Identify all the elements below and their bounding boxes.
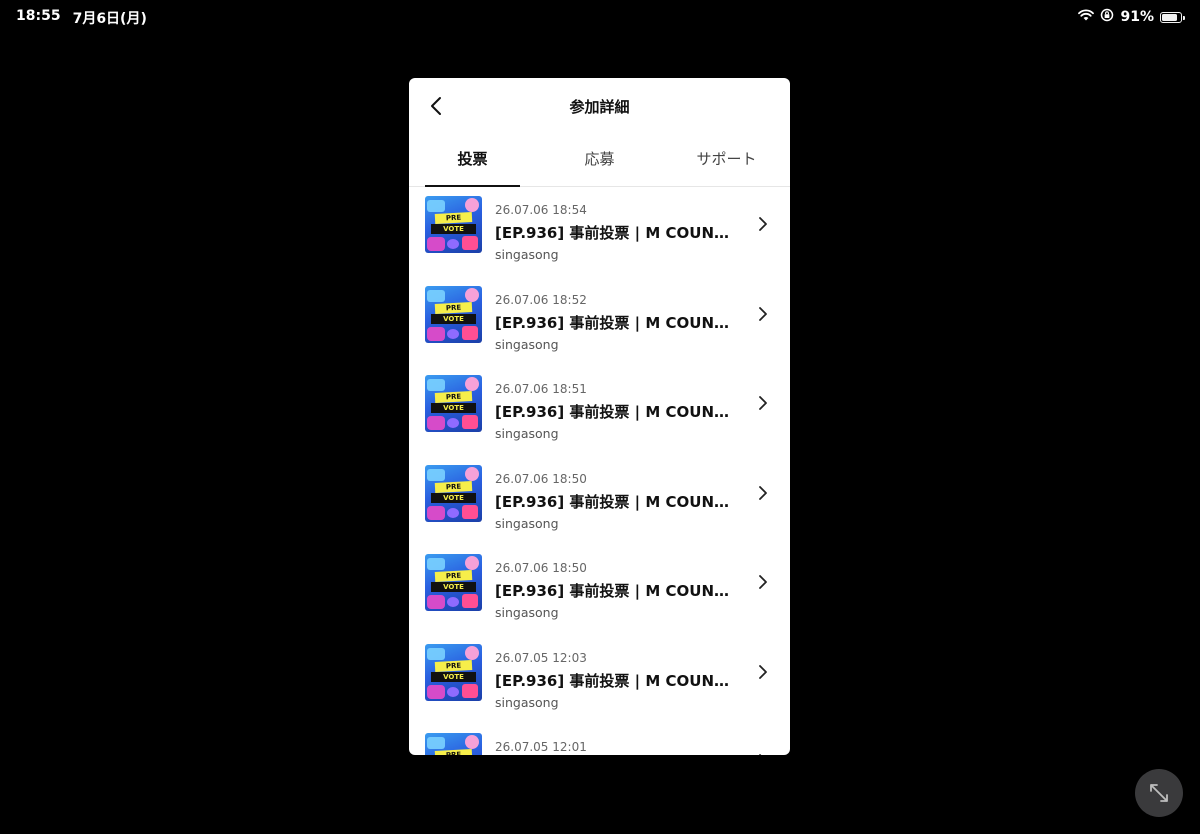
battery-level xyxy=(1162,13,1178,21)
item-subtitle: singasong xyxy=(495,426,559,441)
item-title: [EP.936] 事前投票 | M COUNTDOWN xyxy=(495,313,735,332)
item-subtitle: singasong xyxy=(495,694,559,710)
thumb-pre-text: PRE xyxy=(434,480,473,493)
page-title: 参加詳細 xyxy=(569,98,630,116)
chevron-right-icon xyxy=(759,217,767,231)
panel-header: 参加詳細 xyxy=(409,78,790,134)
thumb-pre-text: PRE xyxy=(434,212,473,224)
list-item[interactable]: PRE VOTE 26.07.05 12:01 [EP.936] 事前投票 | … xyxy=(409,724,790,755)
list-item[interactable]: PRE VOTE 26.07.06 18:50 [EP.936] 事前投票 | … xyxy=(409,456,790,546)
item-subtitle: singasong xyxy=(495,605,559,620)
item-subtitle: singasong xyxy=(495,336,559,352)
expand-button[interactable] xyxy=(1135,769,1183,817)
chevron-right-icon xyxy=(759,575,767,589)
thumb-pre-text: PRE xyxy=(434,570,473,582)
item-title: [EP.936] 事前投票 | M COUNTDOWN xyxy=(495,492,735,511)
list-item[interactable]: PRE VOTE 26.07.05 12:03 [EP.936] 事前投票 | … xyxy=(409,635,790,725)
item-subtitle: singasong xyxy=(495,515,559,531)
rotation-lock-icon xyxy=(1100,8,1114,26)
item-date: 26.07.06 18:54 xyxy=(495,203,587,217)
vote-thumbnail: PRE VOTE xyxy=(425,733,482,755)
item-date: 26.07.05 12:03 xyxy=(495,650,587,665)
item-date: 26.07.05 12:01 xyxy=(495,740,587,754)
vote-thumbnail: PRE VOTE xyxy=(425,375,482,432)
tab-vote[interactable]: 投票 xyxy=(409,134,536,187)
tab-apply[interactable]: 応募 xyxy=(536,134,663,186)
thumb-pre-text: PRE xyxy=(434,659,473,672)
thumb-pre-text: PRE xyxy=(434,301,473,314)
chevron-right-icon xyxy=(759,396,767,410)
participation-details-panel: 参加詳細 投票 応募 サポート PRE VOTE 26.07.06 18:54 … xyxy=(409,78,790,755)
status-date: 7月6日(月) xyxy=(72,11,147,27)
item-title: [EP.936] 事前投票 | M COUNTDOWN xyxy=(495,582,735,600)
vote-thumbnail: PRE VOTE xyxy=(425,196,482,253)
list-item[interactable]: PRE VOTE 26.07.06 18:50 [EP.936] 事前投票 | … xyxy=(409,545,790,635)
vote-thumbnail: PRE VOTE xyxy=(425,285,482,343)
item-title: [EP.936] 事前投票 | M COUNTDOWN xyxy=(495,671,735,690)
expand-icon xyxy=(1150,784,1168,802)
item-title: [EP.936] 事前投票 | M COUNTDOWN xyxy=(495,224,735,242)
thumb-vote-text: VOTE xyxy=(431,224,476,234)
vote-thumbnail: PRE VOTE xyxy=(425,643,482,701)
chevron-right-icon xyxy=(759,306,767,321)
vote-history-list: PRE VOTE 26.07.06 18:54 [EP.936] 事前投票 | … xyxy=(409,187,790,755)
vote-thumbnail: PRE VOTE xyxy=(425,464,482,522)
chevron-right-icon xyxy=(759,664,767,679)
chevron-right-icon xyxy=(759,485,767,500)
item-subtitle: singasong xyxy=(495,247,559,262)
tab-support[interactable]: サポート xyxy=(663,134,790,186)
list-item[interactable]: PRE VOTE 26.07.06 18:51 [EP.936] 事前投票 | … xyxy=(409,366,790,456)
status-bar: 18:55 7月6日(月) 91% xyxy=(0,0,1200,34)
status-left: 18:55 7月6日(月) xyxy=(16,8,147,28)
battery-icon xyxy=(1160,11,1185,23)
item-date: 26.07.06 18:50 xyxy=(495,471,587,486)
vote-thumbnail: PRE VOTE xyxy=(425,554,482,611)
item-date: 26.07.06 18:50 xyxy=(495,561,587,575)
list-item[interactable]: PRE VOTE 26.07.06 18:54 [EP.936] 事前投票 | … xyxy=(409,187,790,277)
battery-percent: 91% xyxy=(1120,9,1154,25)
thumb-vote-text: VOTE xyxy=(431,582,476,592)
thumb-vote-text: VOTE xyxy=(431,671,476,682)
item-date: 26.07.06 18:52 xyxy=(495,292,587,307)
list-item[interactable]: PRE VOTE 26.07.06 18:52 [EP.936] 事前投票 | … xyxy=(409,277,790,367)
tab-bar: 投票 応募 サポート xyxy=(409,134,790,187)
status-time: 18:55 xyxy=(16,8,61,24)
thumb-pre-text: PRE xyxy=(434,749,473,755)
thumb-vote-text: VOTE xyxy=(431,403,476,413)
thumb-pre-text: PRE xyxy=(434,391,473,403)
item-date: 26.07.06 18:51 xyxy=(495,382,587,396)
item-title: [EP.936] 事前投票 | M COUNTDOWN xyxy=(495,403,735,421)
chevron-right-icon xyxy=(759,754,762,755)
thumb-vote-text: VOTE xyxy=(431,492,476,503)
wifi-icon xyxy=(1078,9,1095,25)
thumb-vote-text: VOTE xyxy=(431,313,476,324)
status-right: 91% xyxy=(1078,8,1185,26)
